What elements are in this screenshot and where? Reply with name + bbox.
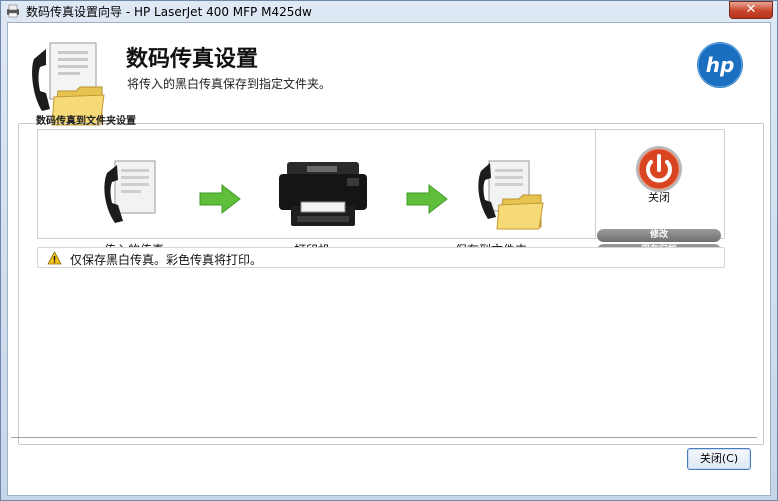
warning-row: 仅保存黑白传真。彩色传真将打印。: [37, 247, 725, 268]
flow-divider: [595, 129, 596, 239]
modify-button[interactable]: 修改: [597, 229, 721, 242]
printer-app-icon: [7, 4, 19, 18]
fax-folder-icon: [478, 160, 544, 230]
warning-icon: [47, 251, 62, 265]
svg-text:hp: hp: [706, 53, 735, 77]
warning-text: 仅保存黑白传真。彩色传真将打印。: [70, 253, 263, 267]
arrow-right-icon: [199, 183, 241, 215]
wizard-window: 数码传真设置向导 - HP LaserJet 400 MFP M425dw ✕ …: [0, 0, 778, 501]
fax-phone-icon: [104, 160, 156, 223]
power-icon[interactable]: [635, 145, 683, 193]
hp-logo: hp: [697, 42, 743, 88]
footer-divider: [11, 437, 757, 438]
page-subtitle: 将传入的黑白传真保存到指定文件夹。: [127, 77, 332, 91]
arrow-right-icon: [406, 183, 448, 215]
window-close-button[interactable]: ✕: [729, 1, 773, 19]
printer-icon: [279, 162, 367, 226]
page-title: 数码传真设置: [126, 47, 259, 72]
power-status-label: 关闭: [648, 191, 670, 204]
close-button[interactable]: 关闭(C): [687, 448, 751, 470]
title-bar[interactable]: 数码传真设置向导 - HP LaserJet 400 MFP M425dw ✕: [1, 1, 777, 21]
section-label: 数码传真到文件夹设置: [36, 116, 136, 127]
window-title: 数码传真设置向导 - HP LaserJet 400 MFP M425dw: [26, 5, 312, 19]
